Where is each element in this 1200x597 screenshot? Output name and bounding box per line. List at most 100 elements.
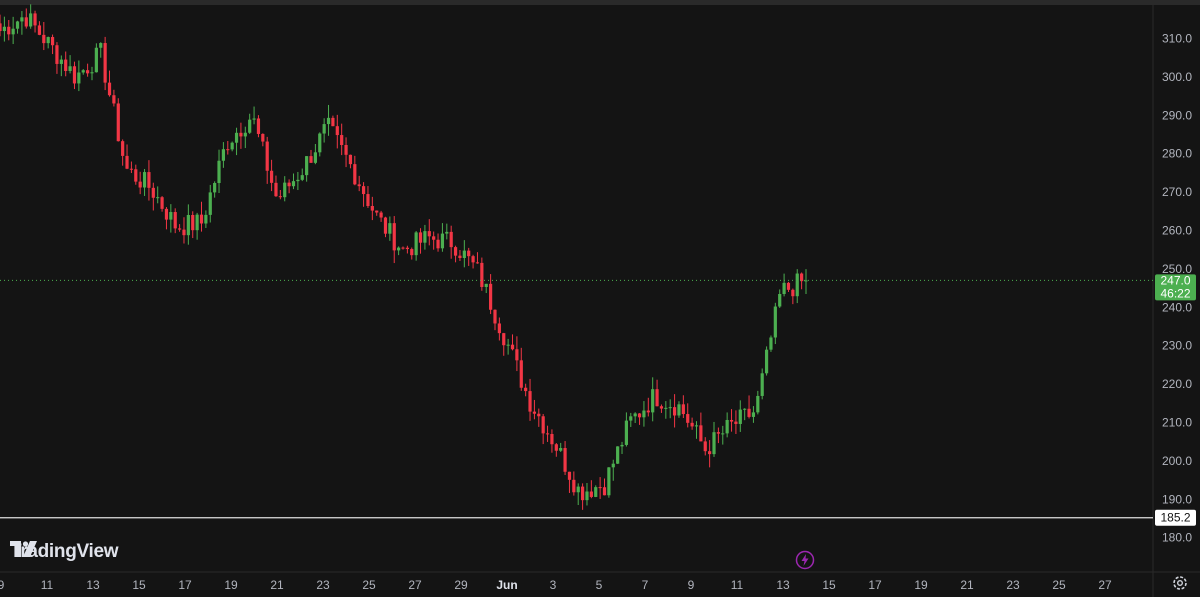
candle-body <box>624 420 629 445</box>
candle-body <box>64 59 68 71</box>
candle-body <box>326 117 331 125</box>
last-price-label: 247.0 <box>1160 273 1190 287</box>
price-tick-label: 230.0 <box>1162 339 1192 353</box>
candle-body <box>594 487 598 497</box>
candle-body <box>173 212 177 229</box>
candle-body <box>24 17 28 27</box>
candle-body <box>567 471 572 480</box>
candle-body <box>15 21 20 29</box>
candle-body <box>348 154 353 165</box>
candle-body <box>94 47 98 73</box>
candle-body <box>112 95 116 104</box>
candle-body <box>795 273 799 297</box>
candle-body <box>493 309 497 324</box>
candle-body <box>471 256 475 263</box>
candle-body <box>563 448 567 472</box>
candle-body <box>554 444 558 451</box>
price-tick-label: 180.0 <box>1162 531 1192 545</box>
price-tick-label: 200.0 <box>1162 454 1192 468</box>
candle-body <box>138 181 142 188</box>
candle-body <box>156 197 160 199</box>
candle-body <box>769 337 773 350</box>
candle-body <box>125 155 129 169</box>
chart-area[interactable]: 310.0 300.0 290.0 280.0 270.0 260.0 250.0 240.0… <box>0 0 1200 597</box>
candle-body <box>445 231 449 234</box>
time-tick-label: 15 <box>822 578 836 592</box>
time-tick-label: 17 <box>868 578 882 592</box>
candle-body <box>296 179 300 182</box>
time-tick-label: Jun <box>496 578 517 592</box>
candle-body <box>423 231 427 243</box>
candle-body <box>2 26 6 32</box>
candle-body <box>151 187 155 198</box>
candle-body <box>305 156 309 176</box>
candle-body <box>712 432 716 455</box>
price-tick-label: 220.0 <box>1162 377 1192 391</box>
candle-body <box>269 170 274 183</box>
candle-body <box>335 126 339 136</box>
tv-logo-icon <box>10 541 37 557</box>
time-tick-label: 21 <box>270 578 284 592</box>
candle-body <box>506 344 510 346</box>
time-tick-label: 21 <box>960 578 974 592</box>
candle-body <box>629 416 633 421</box>
candle-body <box>116 103 120 142</box>
candle-body <box>637 413 642 418</box>
time-tick-label: 11 <box>41 578 54 592</box>
candle-body <box>515 349 519 361</box>
candle-body <box>55 45 59 64</box>
candle-body <box>344 144 348 155</box>
time-tick-label: 13 <box>776 578 790 592</box>
candle-body <box>129 168 134 170</box>
candle-body <box>651 389 655 413</box>
candle-body <box>410 249 414 256</box>
candle-body <box>668 407 672 409</box>
candle-body <box>497 323 501 334</box>
candle-body <box>261 133 265 142</box>
candle-body <box>664 407 668 409</box>
time-tick-label: 19 <box>224 578 238 592</box>
candle-body <box>405 247 409 250</box>
candle-body <box>388 223 392 234</box>
candle-body <box>322 124 326 134</box>
candle-body <box>677 404 681 416</box>
gear-icon[interactable] <box>1171 574 1189 592</box>
candle-body <box>427 231 431 237</box>
candle-body <box>221 149 226 161</box>
candle-body <box>134 169 138 182</box>
countdown-label: 46:22 <box>1160 286 1190 300</box>
candle-body <box>721 433 725 435</box>
candle-body <box>607 467 611 496</box>
candle-body <box>204 214 208 224</box>
candle-body <box>50 37 55 46</box>
candle-body <box>633 413 637 417</box>
candle-body <box>256 118 261 134</box>
time-tick-label: 27 <box>408 578 422 592</box>
candlestick-chart[interactable]: 310.0300.0290.0280.0270.0260.0250.0240.0… <box>0 0 1200 597</box>
candle-body <box>107 82 112 96</box>
candle-body <box>353 164 357 185</box>
time-tick-label: 9 <box>0 578 5 592</box>
candle-body <box>11 28 15 35</box>
candle-body <box>598 487 602 489</box>
candle-body <box>265 141 269 171</box>
price-tick-label: 270.0 <box>1162 185 1192 199</box>
candle-body <box>480 262 484 287</box>
candle-body <box>690 422 694 427</box>
candle-body <box>103 43 107 83</box>
candle-body <box>86 70 90 74</box>
candle-body <box>7 26 11 35</box>
time-tick-label: 19 <box>914 578 928 592</box>
candle-body <box>729 419 734 422</box>
candle-body <box>743 408 747 410</box>
candle-body <box>300 175 304 180</box>
candle-body <box>694 425 699 427</box>
time-tick-label: 17 <box>178 578 192 592</box>
price-tick-label: 190.0 <box>1162 492 1192 506</box>
lightning-icon[interactable] <box>795 550 815 570</box>
candle-body <box>659 406 664 409</box>
price-tick-label: 310.0 <box>1162 32 1192 46</box>
tradingview-logo[interactable]: TradingView <box>10 541 119 563</box>
candle-body <box>230 142 234 150</box>
candle-body <box>484 283 488 287</box>
